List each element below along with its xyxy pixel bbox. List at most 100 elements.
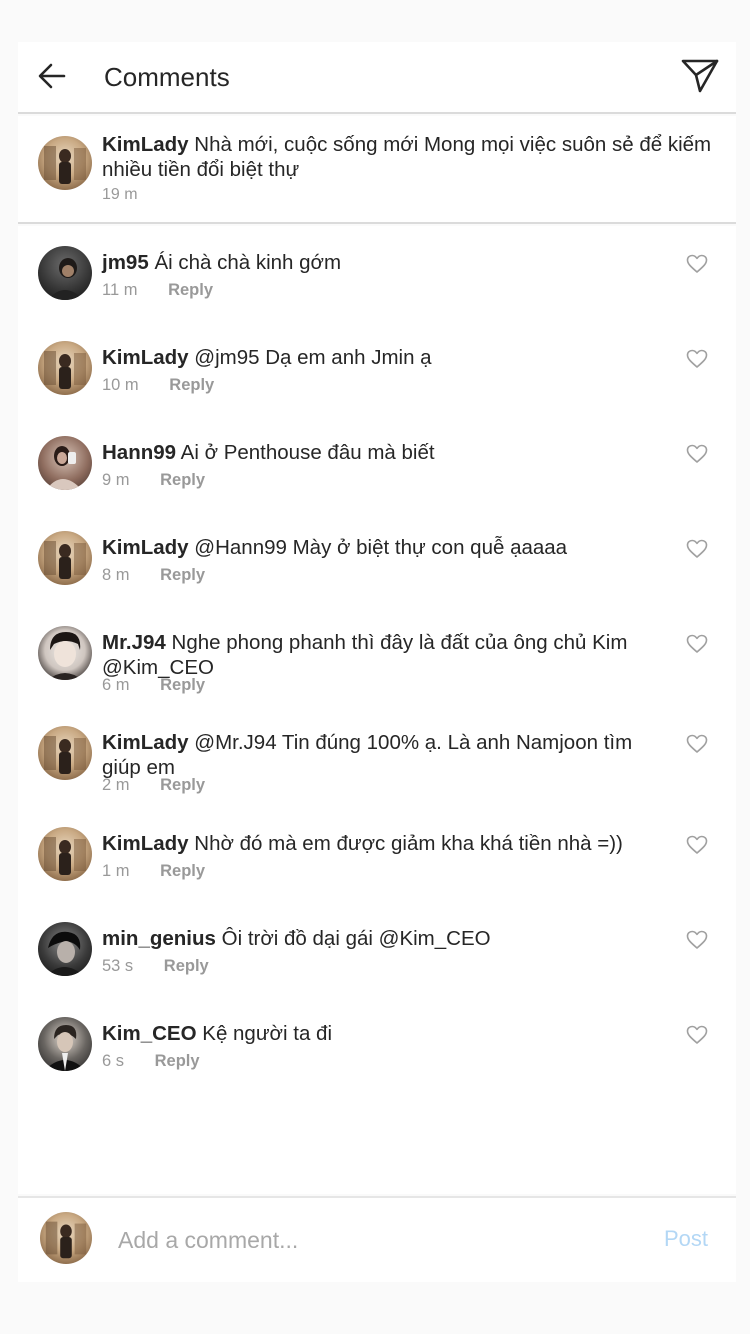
avatar-image (44, 351, 86, 389)
avatar[interactable] (38, 531, 92, 585)
comment-body: Ái chà chà kinh gớm (154, 251, 342, 274)
heart-icon (686, 634, 708, 653)
header: Comments (18, 42, 736, 114)
comment-text: Mr.J94 Nghe phong phanh thì đây là đất c… (102, 630, 662, 680)
comment-body: Ai ở Penthouse đâu mà biết (180, 441, 435, 464)
comment-meta: 8 m Reply (102, 566, 205, 585)
page-title: Comments (104, 62, 230, 92)
heart-icon (686, 444, 708, 463)
reply-button[interactable]: Reply (168, 281, 213, 300)
comment-text: jm95 Ái chà chà kinh gớm (102, 250, 662, 275)
comment-meta: 6 s Reply (102, 1052, 200, 1071)
like-button[interactable] (686, 539, 708, 559)
avatar-image (44, 146, 86, 184)
current-user-avatar (40, 1212, 92, 1264)
heart-icon (686, 1025, 708, 1044)
reply-button[interactable]: Reply (164, 957, 209, 976)
comment-meta: 11 m Reply (102, 281, 213, 300)
comment-text: KimLady Nhờ đó mà em được giảm kha khá t… (102, 831, 662, 856)
heart-icon (686, 734, 708, 753)
comment-username[interactable]: KimLady (102, 731, 189, 754)
avatar-image (46, 931, 84, 976)
comment-meta: 9 m Reply (102, 471, 205, 490)
like-button[interactable] (686, 349, 708, 369)
reply-button[interactable]: Reply (160, 471, 205, 490)
reply-button[interactable]: Reply (160, 676, 205, 695)
comment-body: Kệ người ta đi (202, 1022, 333, 1045)
comment-username[interactable]: Mr.J94 (102, 631, 166, 654)
comment-list: jm95 Ái chà chà kinh gớm 11 m Reply KimL… (18, 226, 736, 1194)
reply-button[interactable]: Reply (160, 566, 205, 585)
paper-plane-icon (681, 59, 719, 93)
avatar[interactable] (38, 726, 92, 780)
comment-username[interactable]: jm95 (102, 251, 149, 274)
avatar[interactable] (38, 922, 92, 976)
comment-text: KimLady @jm95 Dạ em anh Jmin ạ (102, 345, 662, 370)
comment-username[interactable]: KimLady (102, 536, 189, 559)
comment-meta: 6 m Reply (102, 676, 205, 695)
avatar-image (45, 1221, 87, 1259)
reply-button[interactable]: Reply (160, 862, 205, 881)
reply-button[interactable]: Reply (160, 776, 205, 795)
heart-icon (686, 254, 708, 273)
caption-username[interactable]: KimLady (102, 133, 189, 156)
comments-screen: Comments KimLady Nhà mới, cuộc sống mới … (0, 0, 750, 1334)
comment-username[interactable]: Hann99 (102, 441, 176, 464)
avatar[interactable] (38, 246, 92, 300)
comment-body: Nghe phong phanh thì đây là đất của ông … (102, 631, 628, 679)
comment-timestamp: 10 m (102, 376, 139, 394)
like-button[interactable] (686, 634, 708, 654)
like-button[interactable] (686, 835, 708, 855)
comment-text: min_genius Ôi trời đồ dại gái @Kim_CEO (102, 926, 662, 951)
post-button[interactable]: Post (664, 1226, 708, 1252)
comment-meta: 53 s Reply (102, 957, 209, 976)
avatar-image (46, 446, 82, 490)
comment-username[interactable]: KimLady (102, 346, 189, 369)
comment-text: KimLady @Hann99 Mày ở biệt thự con quễ ạ… (102, 535, 662, 560)
comment-meta: 1 m Reply (102, 862, 205, 881)
avatar[interactable] (38, 827, 92, 881)
avatar[interactable] (38, 341, 92, 395)
comment-timestamp: 6 m (102, 676, 130, 694)
caption-body: Nhà mới, cuộc sống mới Mong mọi việc suô… (102, 133, 712, 181)
comment-timestamp: 9 m (102, 471, 130, 489)
avatar-image (44, 736, 86, 774)
comment-text: Kim_CEO Kệ người ta đi (102, 1021, 662, 1046)
heart-icon (686, 349, 708, 368)
like-button[interactable] (686, 254, 708, 274)
post-caption: KimLady Nhà mới, cuộc sống mới Mong mọi … (18, 116, 736, 224)
heart-icon (686, 539, 708, 558)
avatar[interactable] (38, 1017, 92, 1071)
like-button[interactable] (686, 930, 708, 950)
comment-timestamp: 8 m (102, 566, 130, 584)
avatar-image (44, 1025, 86, 1071)
comment-body: Nhờ đó mà em được giảm kha khá tiền nhà … (194, 832, 623, 855)
comment-meta: 2 m Reply (102, 776, 205, 795)
comment-username[interactable]: Kim_CEO (102, 1022, 197, 1045)
heart-icon (686, 835, 708, 854)
comment-username[interactable]: KimLady (102, 832, 189, 855)
avatar-image (44, 837, 86, 875)
send-button[interactable] (680, 56, 720, 96)
comment-timestamp: 6 s (102, 1052, 125, 1070)
avatar[interactable] (38, 436, 92, 490)
avatar-image (48, 632, 82, 680)
comment-username[interactable]: min_genius (102, 927, 216, 950)
reply-button[interactable]: Reply (155, 1052, 200, 1071)
reply-button[interactable]: Reply (169, 376, 214, 395)
comment-text: Hann99 Ai ở Penthouse đâu mà biết (102, 440, 662, 465)
avatar-image (48, 258, 84, 300)
comment-body: Ôi trời đồ dại gái @Kim_CEO (221, 927, 491, 950)
comment-input[interactable] (118, 1220, 638, 1260)
arrow-left-icon (38, 63, 66, 89)
avatar-image (44, 541, 86, 579)
like-button[interactable] (686, 1025, 708, 1045)
back-button[interactable] (36, 58, 68, 94)
like-button[interactable] (686, 734, 708, 754)
avatar[interactable] (38, 136, 92, 190)
comment-text: KimLady @Mr.J94 Tin đúng 100% ạ. Là anh … (102, 730, 662, 780)
heart-icon (686, 930, 708, 949)
comment-timestamp: 1 m (102, 862, 130, 880)
avatar[interactable] (38, 626, 92, 680)
like-button[interactable] (686, 444, 708, 464)
